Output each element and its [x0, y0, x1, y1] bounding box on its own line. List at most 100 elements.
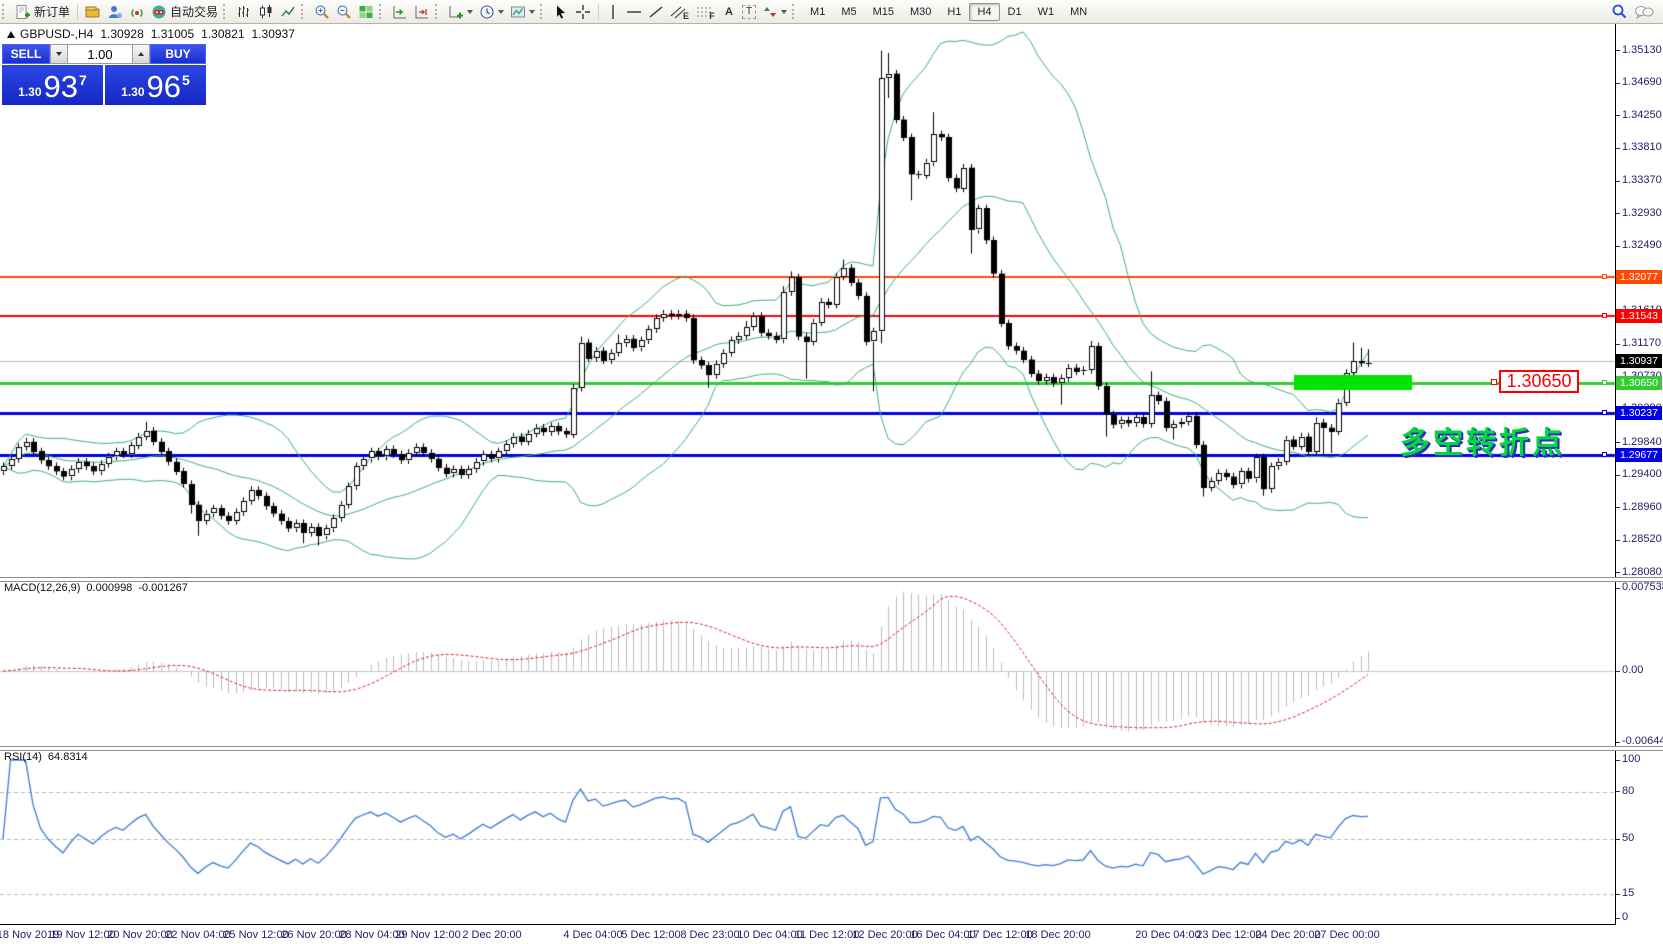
tile-windows-button[interactable] — [355, 2, 377, 21]
volume-input[interactable]: 1.00 — [68, 44, 132, 64]
new-order-button[interactable]: 新订单 — [12, 2, 73, 21]
toolbar-grip[interactable] — [2, 4, 8, 19]
timeframe-m1[interactable]: M1 — [802, 3, 833, 21]
macd-title: MACD(12,26,9) — [4, 582, 80, 594]
macd-tick — [1616, 588, 1620, 589]
channel-letter: E — [682, 11, 690, 21]
hline-anchor[interactable] — [1602, 410, 1607, 415]
macd-tick — [1616, 742, 1620, 743]
search-button[interactable] — [1608, 2, 1631, 21]
candlestick-chart-button[interactable] — [255, 2, 277, 21]
channel-tool-button[interactable]: E — [667, 2, 693, 21]
triangle-down-icon — [56, 52, 62, 56]
hline-price-badge: 1.30650 — [1616, 376, 1662, 390]
price-tick — [1616, 344, 1620, 345]
toolbar-grip[interactable] — [223, 4, 229, 19]
mt4-window: 新订单 自动交易 E F A T — [0, 0, 1663, 944]
trendline-tool-button[interactable] — [645, 2, 667, 21]
hline-price-badge: 1.30237 — [1616, 406, 1662, 420]
price-tick-label: 1.34250 — [1622, 109, 1662, 121]
date-axis-label: 25 Nov 12:00 — [223, 929, 288, 941]
template-button[interactable] — [507, 2, 538, 21]
crosshair-tool-button[interactable] — [572, 2, 594, 21]
auto-trading-button[interactable]: 自动交易 — [148, 2, 221, 21]
new-chart-button[interactable] — [445, 2, 476, 21]
rsi-tick-label: 0 — [1622, 911, 1628, 923]
price-tick-label: 1.28520 — [1622, 533, 1662, 545]
timeframe-m30[interactable]: M30 — [902, 3, 939, 21]
sell-button[interactable]: SELL — [2, 44, 50, 64]
price-tick — [1616, 83, 1620, 84]
arrows-tool-button[interactable] — [759, 2, 790, 21]
community-button[interactable] — [1631, 2, 1657, 21]
bar-chart-icon — [236, 4, 252, 20]
rsi-pane-separator[interactable] — [0, 746, 1663, 751]
price-box-anchor[interactable] — [1491, 379, 1497, 385]
hline-anchor[interactable] — [1602, 274, 1607, 279]
timeframe-h4[interactable]: H4 — [969, 3, 999, 21]
price-tick — [1616, 442, 1620, 443]
text-label-tool-button[interactable]: T — [739, 2, 759, 21]
date-axis-label: 29 Nov 12:00 — [395, 929, 460, 941]
hline-anchor[interactable] — [1602, 380, 1607, 385]
arrows-icon — [762, 4, 778, 20]
price-tick-label: 1.34690 — [1622, 76, 1662, 88]
chart-canvas[interactable] — [0, 0, 1663, 944]
fibonacci-tool-button[interactable]: F — [693, 2, 719, 21]
zoom-in-button[interactable] — [311, 2, 333, 21]
rsi-label: RSI(14) 64.8314 — [4, 751, 94, 763]
line-chart-button[interactable] — [277, 2, 299, 21]
current-price-badge: 1.30937 — [1616, 354, 1662, 368]
toolbar-grip[interactable] — [435, 4, 441, 19]
rsi-tick-label: 50 — [1622, 832, 1634, 844]
auto-scroll-button[interactable] — [389, 2, 411, 21]
timeframe-w1[interactable]: W1 — [1030, 3, 1063, 21]
timeframe-d1[interactable]: D1 — [1000, 3, 1030, 21]
rsi-value: 64.8314 — [48, 751, 88, 763]
turning-point-annotation[interactable]: 多空转折点 — [1400, 418, 1565, 462]
signals-button[interactable] — [126, 2, 148, 21]
toolbar-grip[interactable] — [379, 4, 385, 19]
chart-shift-button[interactable] — [411, 2, 433, 21]
zoom-out-button[interactable] — [333, 2, 355, 21]
price-tick — [1616, 115, 1620, 116]
vertical-line-tool-button[interactable] — [603, 2, 623, 21]
buy-price[interactable]: 1.30 96 5 — [105, 65, 206, 105]
vertical-line-icon — [606, 4, 620, 20]
date-axis-label: 20 Dec 04:00 — [1135, 929, 1200, 941]
rsi-tick-label: 80 — [1622, 785, 1634, 797]
accounts-button[interactable] — [104, 2, 126, 21]
macd-pane-separator[interactable] — [0, 577, 1663, 582]
tile-windows-icon — [358, 4, 374, 20]
volume-increase-button[interactable] — [132, 44, 150, 64]
volume-decrease-button[interactable] — [50, 44, 68, 64]
hline-anchor[interactable] — [1602, 313, 1607, 318]
horizontal-line-tool-button[interactable] — [623, 2, 645, 21]
timeframe-mn[interactable]: MN — [1062, 3, 1095, 21]
text-tool-button[interactable]: A — [719, 2, 739, 21]
ohlc-high: 1.31005 — [151, 27, 194, 41]
template-icon — [510, 4, 526, 20]
buy-button[interactable]: BUY — [150, 44, 206, 64]
macd-value-main: 0.000998 — [86, 582, 132, 594]
timeframe-h1[interactable]: H1 — [939, 3, 969, 21]
hline-anchor[interactable] — [1602, 452, 1607, 457]
timeframe-m5[interactable]: M5 — [833, 3, 864, 21]
rsi-tick — [1616, 918, 1620, 919]
cursor-tool-button[interactable] — [550, 2, 572, 21]
toolbar-grip[interactable] — [792, 4, 798, 19]
rsi-title: RSI(14) — [4, 751, 42, 763]
period-button[interactable] — [476, 2, 507, 21]
line-chart-icon — [280, 4, 296, 20]
price-level-text-box[interactable]: 1.30650 — [1499, 370, 1579, 393]
toolbar-grip[interactable] — [301, 4, 307, 19]
bar-chart-button[interactable] — [233, 2, 255, 21]
toolbar-grip[interactable] — [540, 4, 546, 19]
market-watch-button[interactable] — [82, 2, 104, 21]
chat-icon — [1634, 4, 1654, 20]
timeframe-m15[interactable]: M15 — [865, 3, 902, 21]
price-tick-label: 1.33810 — [1622, 141, 1662, 153]
auto-trading-icon — [151, 4, 167, 20]
symbol-label: GBPUSD-,H4 — [20, 27, 93, 41]
sell-price[interactable]: 1.30 93 7 — [2, 65, 103, 105]
